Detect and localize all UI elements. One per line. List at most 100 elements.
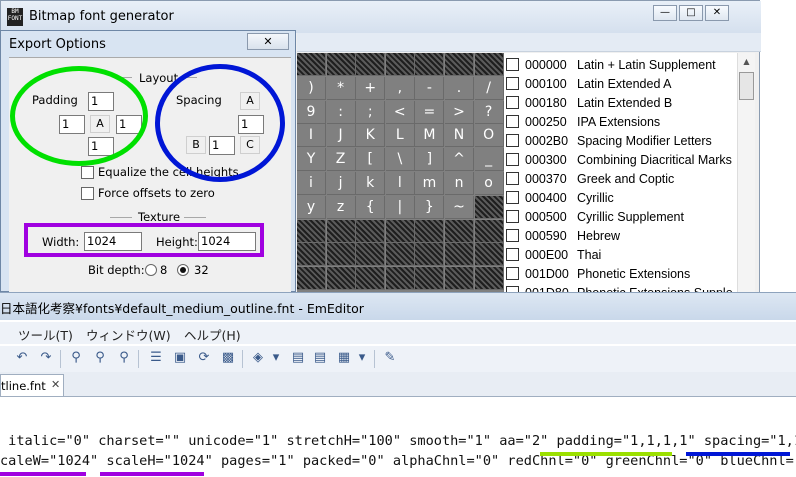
dropdown-arrow-icon[interactable]: ▾ xyxy=(268,350,284,366)
glyph-cell[interactable]: | xyxy=(385,195,415,219)
glyph-cell[interactable]: * xyxy=(326,76,356,100)
glyph-cell[interactable]: o xyxy=(474,172,504,195)
charset-checkbox[interactable] xyxy=(506,115,519,128)
glyph-cell[interactable]: i xyxy=(297,172,326,195)
glyph-cell[interactable]: ) xyxy=(297,76,326,100)
glyph-cell[interactable] xyxy=(385,267,415,291)
charset-checkbox[interactable] xyxy=(506,229,519,242)
glyph-cell[interactable]: O xyxy=(474,124,504,148)
find-previous-icon[interactable]: ⚲ xyxy=(116,350,132,366)
charset-item[interactable]: 000400 Cyrillic xyxy=(506,188,737,207)
charset-item[interactable]: 001D00 Phonetic Extensions xyxy=(506,264,737,283)
glyph-cell[interactable]: l xyxy=(385,172,415,195)
list-view-icon[interactable]: ☰ xyxy=(148,350,164,366)
glyph-cell[interactable]: m xyxy=(415,172,445,195)
glyph-cell[interactable]: ] xyxy=(415,148,445,172)
glyph-cell[interactable]: < xyxy=(385,100,415,124)
glyph-cell[interactable]: } xyxy=(415,195,445,219)
minimize-button[interactable]: — xyxy=(653,5,677,21)
scroll-up-arrow-icon[interactable]: ▲ xyxy=(739,54,754,70)
glyph-cell[interactable]: Z xyxy=(326,148,356,172)
glyph-cell[interactable]: _ xyxy=(474,148,504,172)
glyph-cell[interactable] xyxy=(326,243,356,267)
charset-item[interactable]: 000E00 Thai xyxy=(506,245,737,264)
charset-item[interactable]: 000250 IPA Extensions xyxy=(506,112,737,131)
glyph-cell[interactable] xyxy=(415,267,445,291)
folder-icon[interactable]: ▤ xyxy=(290,350,306,366)
charset-list[interactable]: 000000 Latin + Latin Supplement 000100 Lati… xyxy=(504,53,737,293)
find-icon[interactable]: ⚲ xyxy=(68,350,84,366)
charset-checkbox[interactable] xyxy=(506,191,519,204)
glyph-cell[interactable] xyxy=(326,219,356,243)
macro-icon[interactable]: ◈ xyxy=(250,350,266,366)
code-line-2[interactable]: caleW="1024" scaleH="1024" pages="1" pac… xyxy=(0,453,796,469)
scroll-thumb[interactable] xyxy=(739,72,754,100)
glyph-cell[interactable] xyxy=(385,243,415,267)
glyph-cell[interactable]: z xyxy=(326,195,356,219)
charset-item[interactable]: 000590 Hebrew xyxy=(506,226,737,245)
glyph-cell[interactable]: [ xyxy=(356,148,386,172)
charset-item[interactable]: 000370 Greek and Coptic xyxy=(506,169,737,188)
glyph-cell[interactable] xyxy=(356,219,386,243)
glyph-cell[interactable] xyxy=(326,53,356,76)
glyph-cell[interactable]: ~ xyxy=(445,195,474,219)
charset-item[interactable]: 000180 Latin Extended B xyxy=(506,93,737,112)
glyph-cell[interactable]: / xyxy=(474,76,504,100)
glyph-cell[interactable]: J xyxy=(326,124,356,148)
equalize-cell-heights-checkbox[interactable] xyxy=(81,166,94,179)
glyph-cell[interactable]: K xyxy=(356,124,386,148)
code-line-1[interactable]: italic="0" charset="" unicode="1" stretc… xyxy=(0,433,796,449)
glyph-cell[interactable] xyxy=(326,267,356,291)
charset-item[interactable]: 000100 Latin Extended A xyxy=(506,74,737,93)
open-folders-icon[interactable]: ▤ xyxy=(312,350,328,366)
refresh-icon[interactable]: ⟳ xyxy=(196,350,212,366)
glyph-cell[interactable]: + xyxy=(356,76,386,100)
charset-item[interactable]: 000000 Latin + Latin Supplement xyxy=(506,55,737,74)
glyph-cell[interactable] xyxy=(297,243,326,267)
glyph-cell[interactable] xyxy=(415,53,445,76)
glyph-cell[interactable]: . xyxy=(445,76,474,100)
plugin-icon[interactable]: ✎ xyxy=(382,350,398,366)
emeditor-titlebar[interactable]: 日本語化考察¥fonts¥default_medium_outline.fnt … xyxy=(0,292,796,320)
glyph-cell[interactable]: k xyxy=(356,172,386,195)
glyph-cell[interactable] xyxy=(356,243,386,267)
glyph-cell[interactable]: M xyxy=(415,124,445,148)
glyph-cell[interactable] xyxy=(356,267,386,291)
glyph-grid[interactable]: ) * +, -./ 9:; < = >? I J K L M N O Y Z[\] ^ _ i j k l m n o y z{|}… xyxy=(297,53,504,293)
glyph-cell[interactable]: ? xyxy=(474,100,504,124)
glyph-cell[interactable] xyxy=(297,267,326,291)
glyph-cell[interactable] xyxy=(415,219,445,243)
bmf-titlebar[interactable]: BM FONT Bitmap font generator — □ ✕ xyxy=(1,1,761,33)
glyph-cell[interactable] xyxy=(297,219,326,243)
glyph-cell[interactable] xyxy=(474,195,504,219)
glyph-cell[interactable] xyxy=(445,219,474,243)
undo-icon[interactable]: ↶ xyxy=(14,350,30,366)
charset-scrollbar[interactable]: ▲ xyxy=(737,53,755,293)
charset-checkbox[interactable] xyxy=(506,58,519,71)
menu-window[interactable]: ウィンドウ(W) xyxy=(86,325,171,344)
glyph-cell[interactable] xyxy=(445,53,474,76)
glyph-cell[interactable]: = xyxy=(415,100,445,124)
glyph-cell[interactable]: ^ xyxy=(445,148,474,172)
charset-checkbox[interactable] xyxy=(506,210,519,223)
glyph-cell[interactable]: y xyxy=(297,195,326,219)
glyph-cell[interactable]: Y xyxy=(297,148,326,172)
dropdown-arrow-icon[interactable]: ▾ xyxy=(354,350,370,366)
bitdepth-8-radio[interactable] xyxy=(145,264,157,276)
glyph-cell[interactable]: N xyxy=(445,124,474,148)
charset-checkbox[interactable] xyxy=(506,267,519,280)
force-offsets-checkbox[interactable] xyxy=(81,187,94,200)
glyph-cell[interactable]: - xyxy=(415,76,445,100)
tab-close-icon[interactable]: ✕ xyxy=(51,378,60,391)
glyph-cell[interactable] xyxy=(415,243,445,267)
glyph-cell[interactable]: > xyxy=(445,100,474,124)
glyph-cell[interactable]: j xyxy=(326,172,356,195)
glyph-cell[interactable] xyxy=(297,53,326,76)
charset-item[interactable]: 0002B0 Spacing Modifier Letters xyxy=(506,131,737,150)
charset-item[interactable]: 000300 Combining Diacritical Marks xyxy=(506,150,737,169)
charset-checkbox[interactable] xyxy=(506,172,519,185)
glyph-cell[interactable] xyxy=(474,243,504,267)
document-tab[interactable]: tline.fnt ✕ xyxy=(0,374,64,396)
glyph-cell[interactable] xyxy=(385,219,415,243)
menu-help[interactable]: ヘルプ(H) xyxy=(184,325,241,344)
